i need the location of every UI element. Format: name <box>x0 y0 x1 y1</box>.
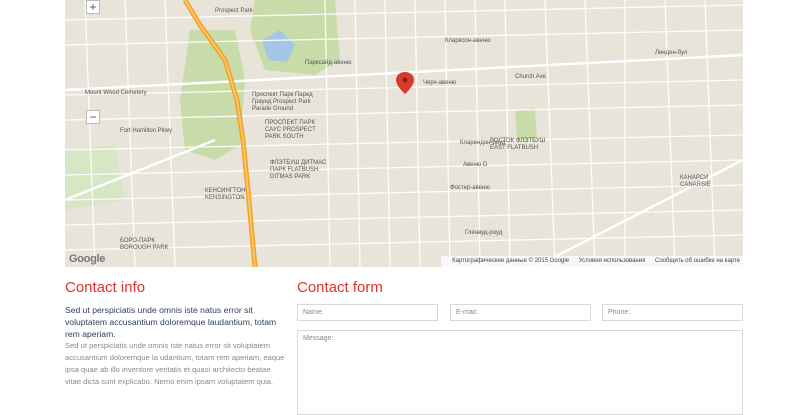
map-label: Mount Wood Cemetery <box>85 90 147 96</box>
map-label: Гленвуд-роуд <box>465 230 503 236</box>
map-label: Черч-авеню <box>423 80 457 86</box>
phone-field[interactable] <box>602 304 743 321</box>
map-label: Парксайд-авеню <box>305 60 352 66</box>
map-label: Фостер-авеню <box>450 185 490 191</box>
contact-info-intro: Sed ut perspiciatis unde omnis iste natu… <box>65 305 277 339</box>
contact-form-heading: Contact form <box>297 279 383 296</box>
report-error-link[interactable]: Сообщить об ошибке на карте <box>655 258 740 264</box>
map-label: ПРОСПЕКТ ПАРК САУС PROSPECT PARK SOUTH <box>265 120 316 140</box>
map-data-credit: Картографические данные © 2015 Google <box>452 258 570 264</box>
zoom-out-button[interactable]: − <box>86 110 100 124</box>
message-field[interactable] <box>297 330 743 415</box>
map-label: ФЛЭТБУШ ДИТМАС ПАРК FLATBUSH DITMAS PARK <box>270 160 327 180</box>
google-logo: Google <box>69 253 106 265</box>
map-label: КАНАРСИ CANARSIE <box>680 175 711 188</box>
map-label: Кларксон-авеню <box>445 38 491 44</box>
name-field[interactable] <box>297 304 438 321</box>
map-label: Кларендон-роуд <box>460 140 506 146</box>
map-label: Church Ave <box>515 74 546 80</box>
map-label: Fort Hamilton Pkwy <box>120 128 173 134</box>
map-label: Prospect Park <box>215 8 253 14</box>
map-credits: Картографические данные © 2015 Google Ус… <box>441 256 743 267</box>
map-label: КЕНСИНГТОН KENSINGTON <box>205 188 246 201</box>
map-label: Линден-бул <box>655 50 688 56</box>
zoom-in-button[interactable]: + <box>86 0 100 14</box>
map-embed[interactable]: Prospect Park Проспект Парк Паред Граунд… <box>65 0 743 267</box>
map-label: Авеню D <box>463 162 488 168</box>
map-label: Проспект Парк Паред Граунд Prospect Park… <box>252 92 313 112</box>
terms-link[interactable]: Условия использования <box>579 258 646 264</box>
contact-info-body: Sed ut perspiciatis unde omnis iste natu… <box>65 341 285 386</box>
map-label: БОРО-ПАРК BOROUGH PARK <box>120 238 169 251</box>
map-pin-icon <box>396 72 414 94</box>
email-field[interactable] <box>450 304 591 321</box>
contact-info-heading: Contact info <box>65 279 146 296</box>
